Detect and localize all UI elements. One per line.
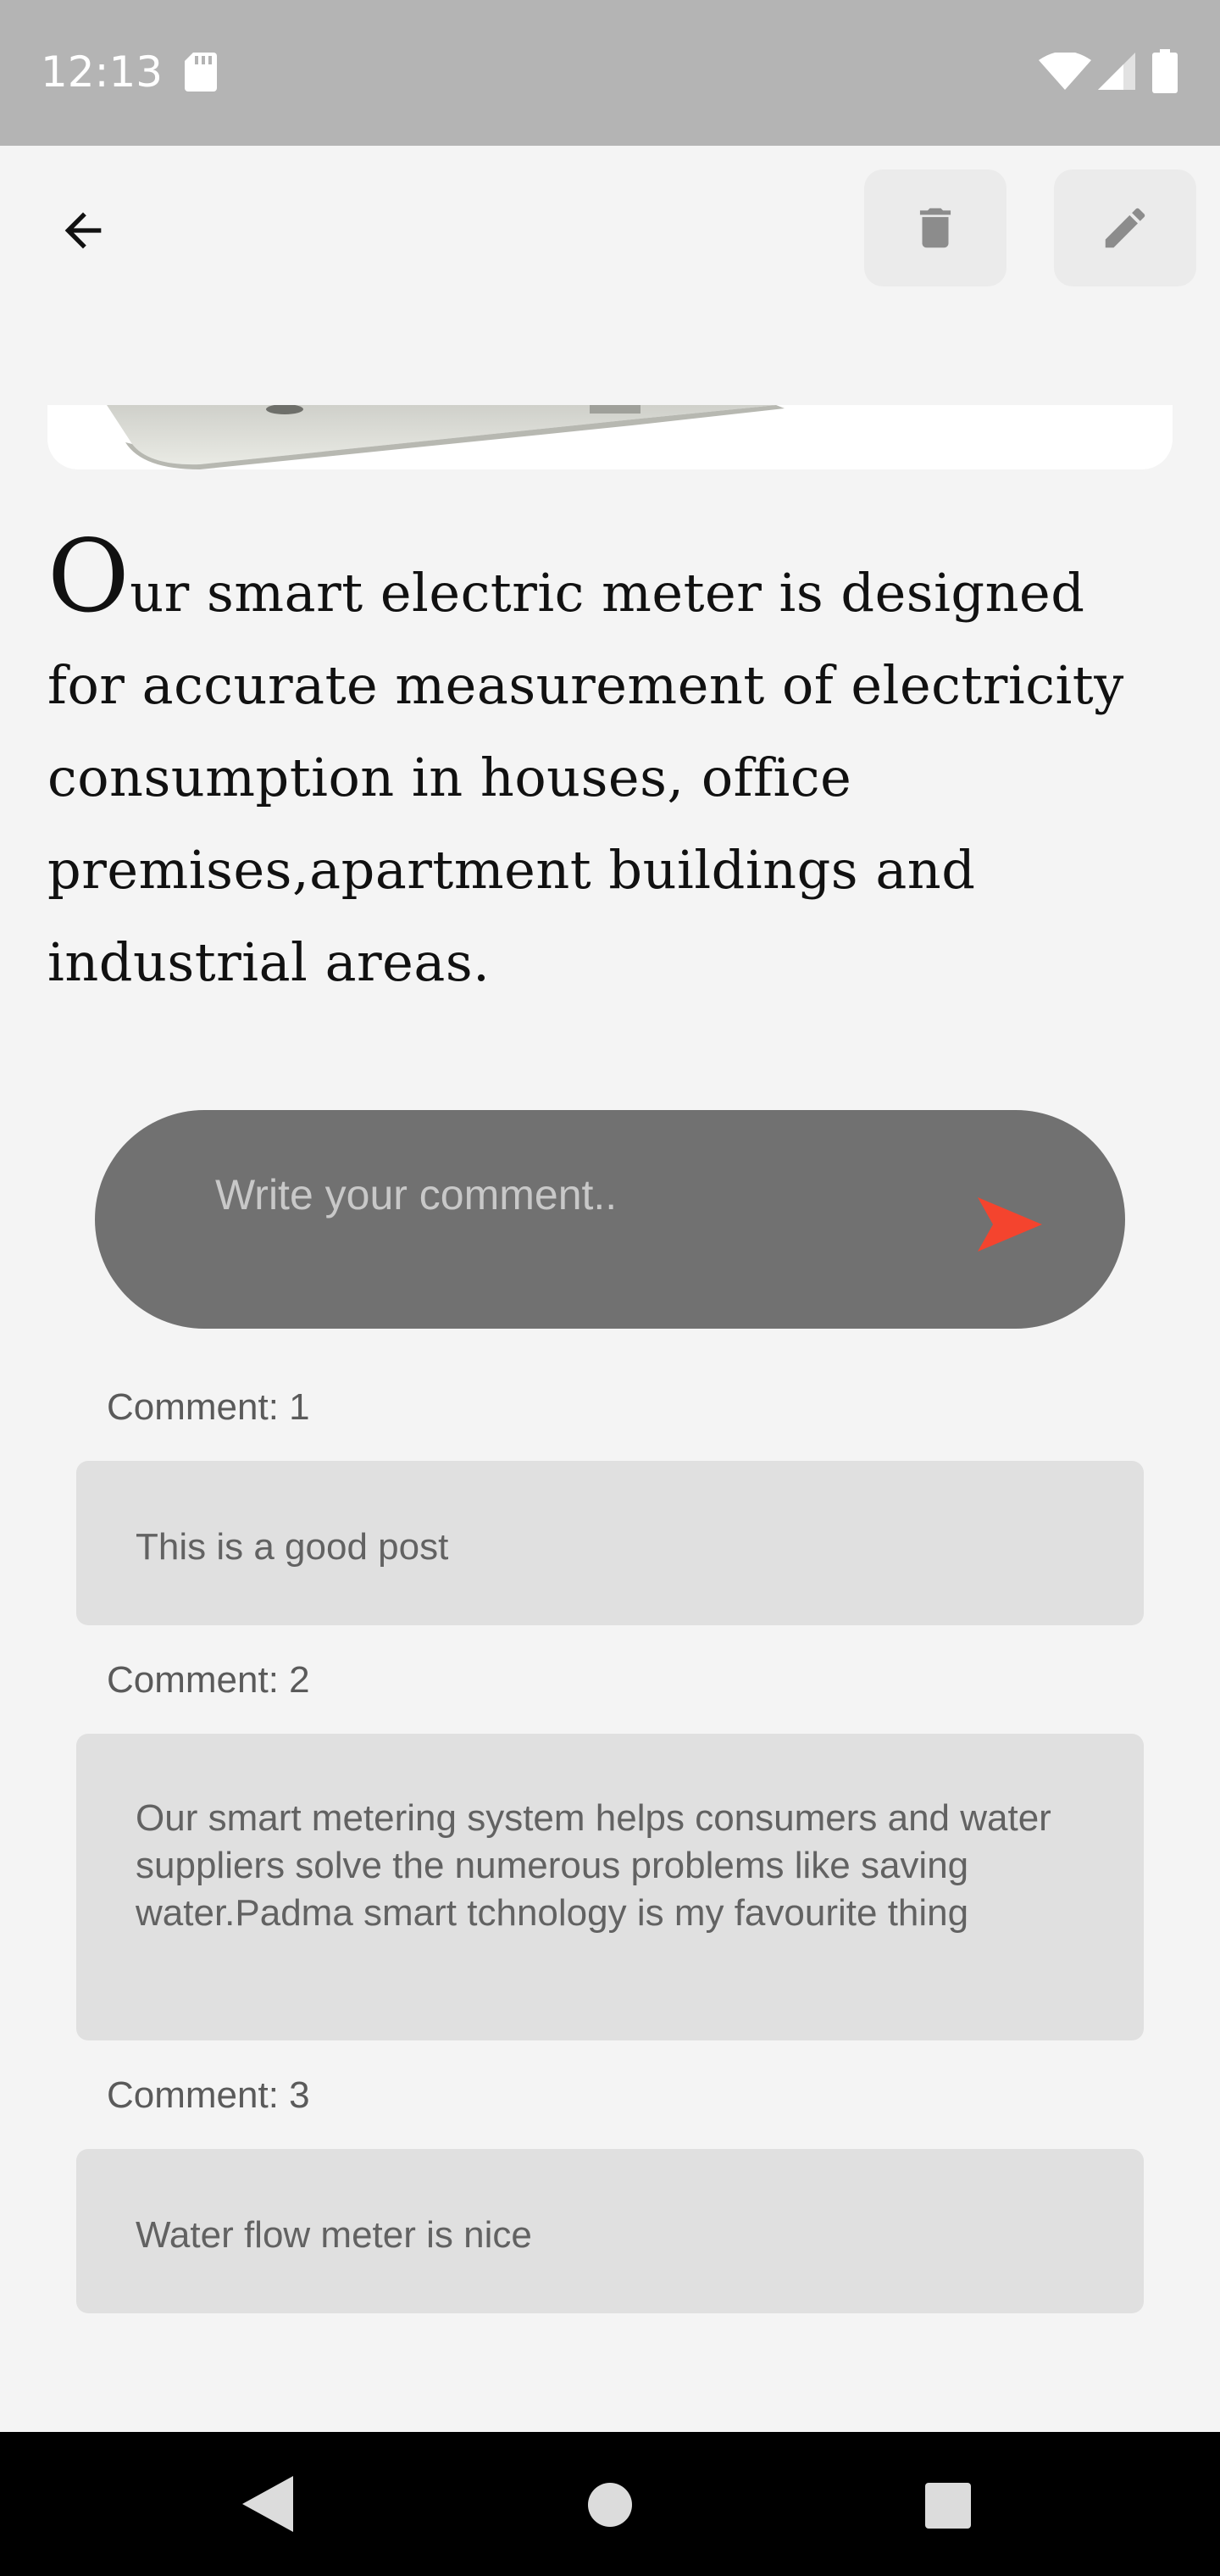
- post-description: Our smart electric meter is designed for…: [47, 526, 1174, 1008]
- status-bar: 12:13: [0, 0, 1220, 146]
- back-button[interactable]: [42, 190, 124, 271]
- navigation-bar: [0, 2432, 1220, 2576]
- signal-icon: [1098, 53, 1135, 90]
- wifi-icon: [1039, 53, 1091, 90]
- sd-card-icon: [185, 53, 217, 92]
- status-time: 12:13: [41, 47, 164, 97]
- comment-text: Water flow meter is nice: [136, 2214, 532, 2256]
- arrow-back-icon: [64, 212, 102, 249]
- nav-recents-icon[interactable]: [925, 2483, 971, 2529]
- nav-back-icon[interactable]: [242, 2476, 293, 2532]
- pencil-icon: [1105, 208, 1145, 248]
- description-dropcap: O: [47, 518, 130, 635]
- meter-image: [107, 405, 785, 469]
- trash-icon: [919, 208, 951, 248]
- send-button[interactable]: [959, 1186, 1061, 1263]
- comment-text: Our smart metering system helps consumer…: [136, 1797, 1051, 1934]
- battery-icon: [1152, 49, 1178, 93]
- comment-card: Our smart metering system helps consumer…: [76, 1734, 1144, 2040]
- send-icon: [978, 1197, 1042, 1252]
- comment-label: Comment: 2: [107, 1659, 310, 1701]
- description-text: ur smart electric meter is designed for …: [47, 562, 1124, 993]
- comment-input-box[interactable]: [95, 1110, 1125, 1329]
- comment-input[interactable]: [214, 1161, 942, 1229]
- comment-card: This is a good post: [76, 1461, 1144, 1625]
- edit-button[interactable]: [1054, 169, 1196, 286]
- delete-button[interactable]: [864, 169, 1006, 286]
- comment-label: Comment: 3: [107, 2074, 310, 2116]
- nav-home-icon[interactable]: [586, 2481, 634, 2529]
- comment-label: Comment: 1: [107, 1386, 310, 1428]
- post-image: [47, 405, 1173, 469]
- comment-card: Water flow meter is nice: [76, 2149, 1144, 2313]
- comment-text: This is a good post: [136, 1526, 449, 1568]
